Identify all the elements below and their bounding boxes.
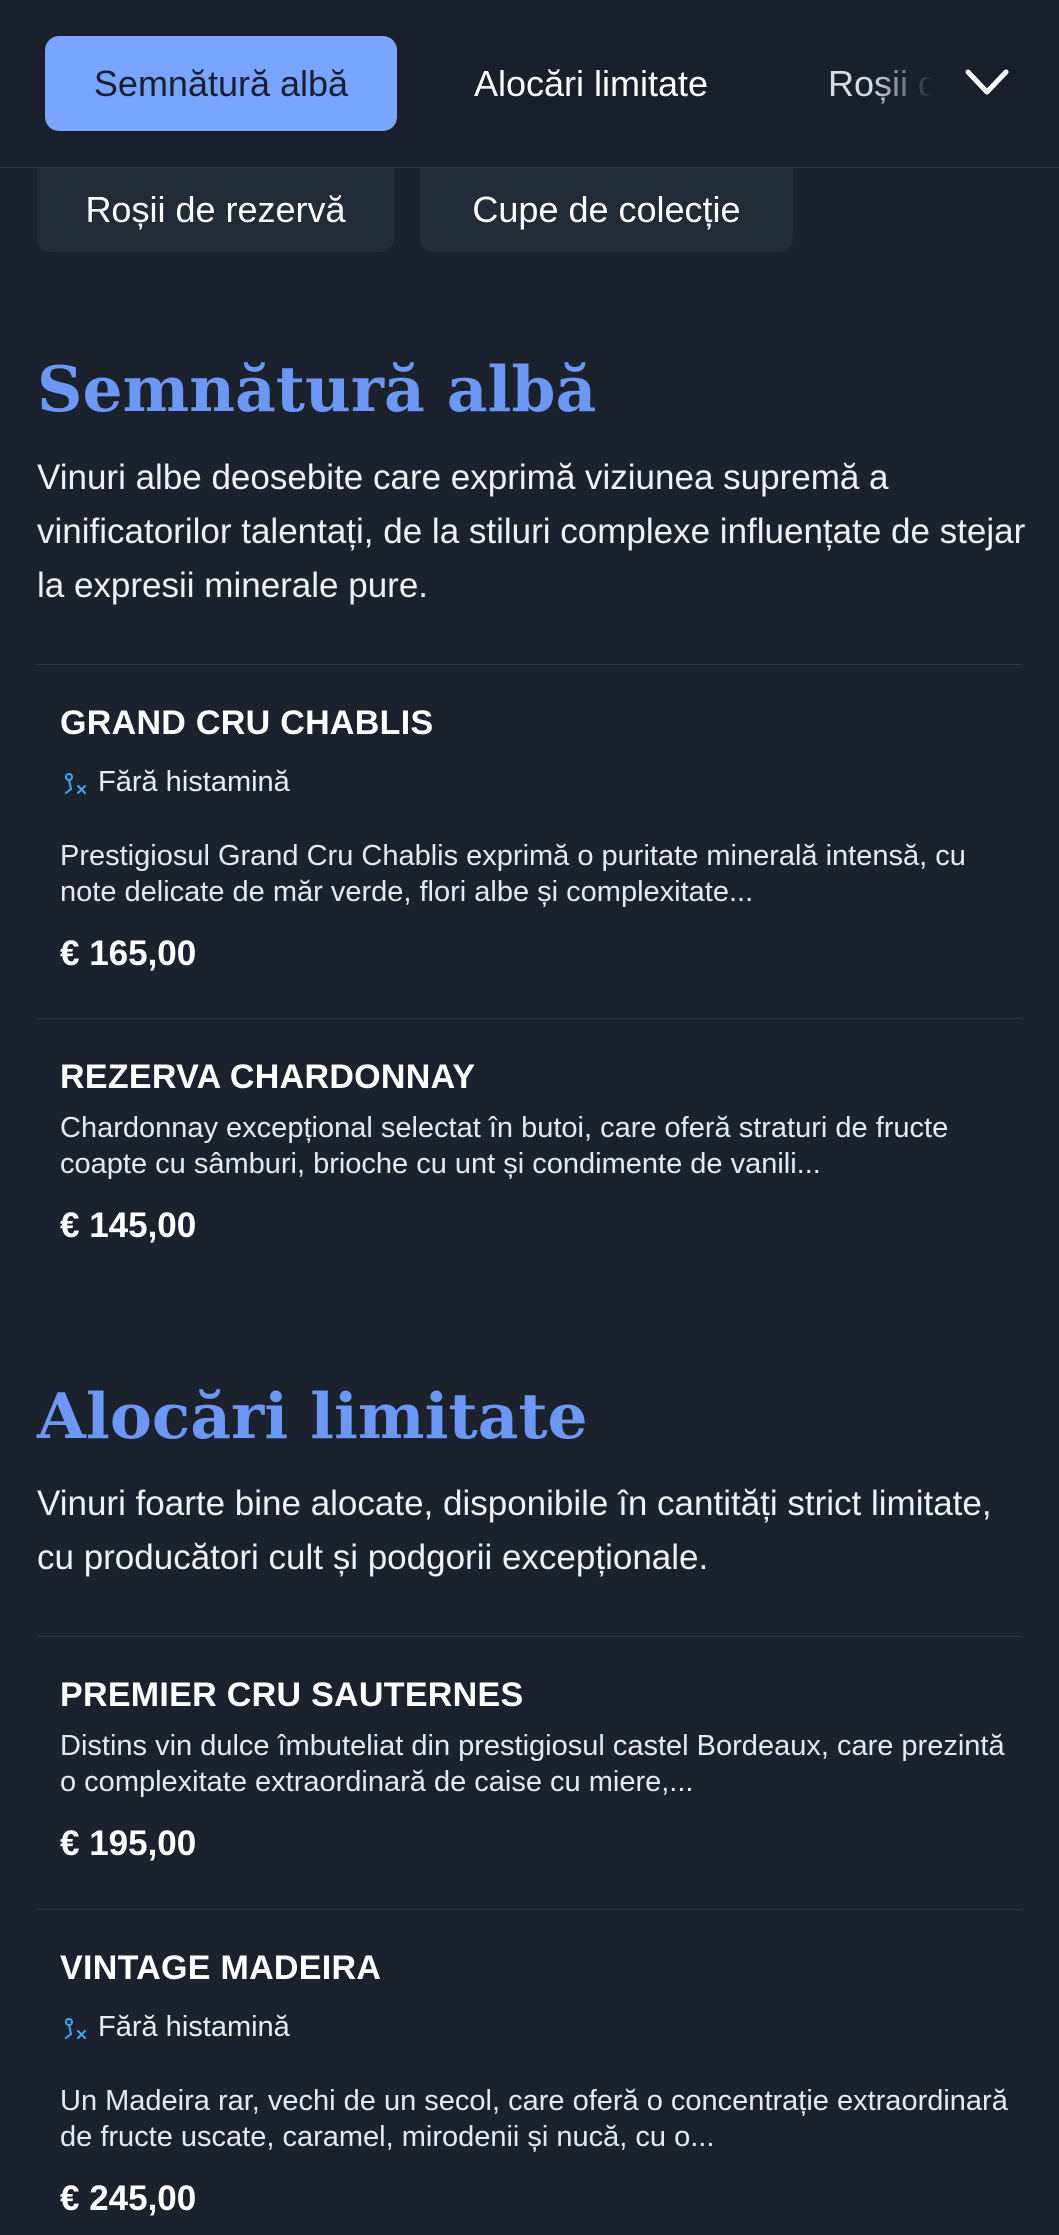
divider xyxy=(37,664,1022,665)
divider xyxy=(37,1909,1022,1910)
wine-price: € 245,00 xyxy=(60,2179,197,2218)
chevron-down-icon[interactable] xyxy=(962,62,1012,102)
wine-price: € 165,00 xyxy=(60,934,197,973)
badge-label: Fără histamină xyxy=(98,2011,290,2043)
badge-label: Fără histamină xyxy=(98,766,290,798)
wine-description: Distins vin dulce îmbuteliat din prestig… xyxy=(60,1730,1005,1798)
wine-description: Chardonnay excepțional selectat în butoi… xyxy=(60,1112,949,1180)
wine-price: € 195,00 xyxy=(60,1824,197,1863)
wine-name[interactable]: REZERVA CHARDONNAY xyxy=(60,1058,475,1097)
section-title: Semnătură albă xyxy=(37,352,597,426)
divider xyxy=(37,1018,1022,1019)
tab-alocari-limitate[interactable]: Alocări limitate xyxy=(440,36,742,131)
category-pill-cupe-de-colectie[interactable]: Cupe de colecție xyxy=(420,168,793,252)
wine-name[interactable]: GRAND CRU CHABLIS xyxy=(60,704,433,743)
section-description: Vinuri albe deosebite care exprimă viziu… xyxy=(37,458,1026,605)
section-description: Vinuri foarte bine alocate, disponibile … xyxy=(37,1484,992,1577)
wine-description: Un Madeira rar, vechi de un secol, care … xyxy=(60,2085,1008,2153)
histamine-free-badge: Fără histamină xyxy=(60,766,290,799)
tab-rosii-de-rezerva[interactable]: Roșii de rezervă xyxy=(790,36,940,131)
histamine-free-badge: Fără histamină xyxy=(60,2011,290,2044)
wine-description: Prestigiosul Grand Cru Chablis exprimă o… xyxy=(60,840,966,908)
category-tab-bar: Semnătură albă Alocări limitate Roșii de… xyxy=(0,0,1059,168)
divider xyxy=(37,1636,1022,1637)
category-pill-rosii-de-rezerva[interactable]: Roșii de rezervă xyxy=(37,168,394,252)
histamine-free-icon xyxy=(65,772,86,794)
wine-name[interactable]: VINTAGE MADEIRA xyxy=(60,1949,381,1988)
wine-name[interactable]: PREMIER CRU SAUTERNES xyxy=(60,1676,523,1715)
tab-semnatura-alba[interactable]: Semnătură albă xyxy=(45,36,397,131)
section-title: Alocări limitate xyxy=(37,1379,588,1453)
histamine-free-icon xyxy=(65,2017,86,2039)
wine-price: € 145,00 xyxy=(60,1206,197,1245)
